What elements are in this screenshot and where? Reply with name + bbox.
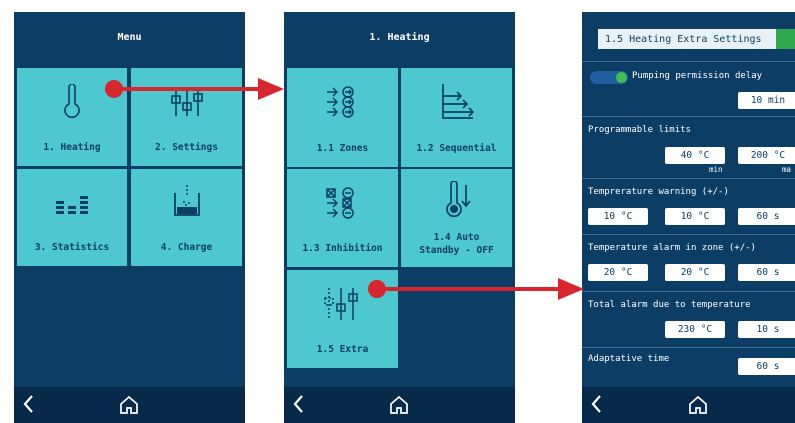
arrow-heating-to-submenu (105, 78, 284, 100)
arrow-extra-to-settings (368, 278, 584, 300)
navigation-arrows (105, 78, 584, 300)
